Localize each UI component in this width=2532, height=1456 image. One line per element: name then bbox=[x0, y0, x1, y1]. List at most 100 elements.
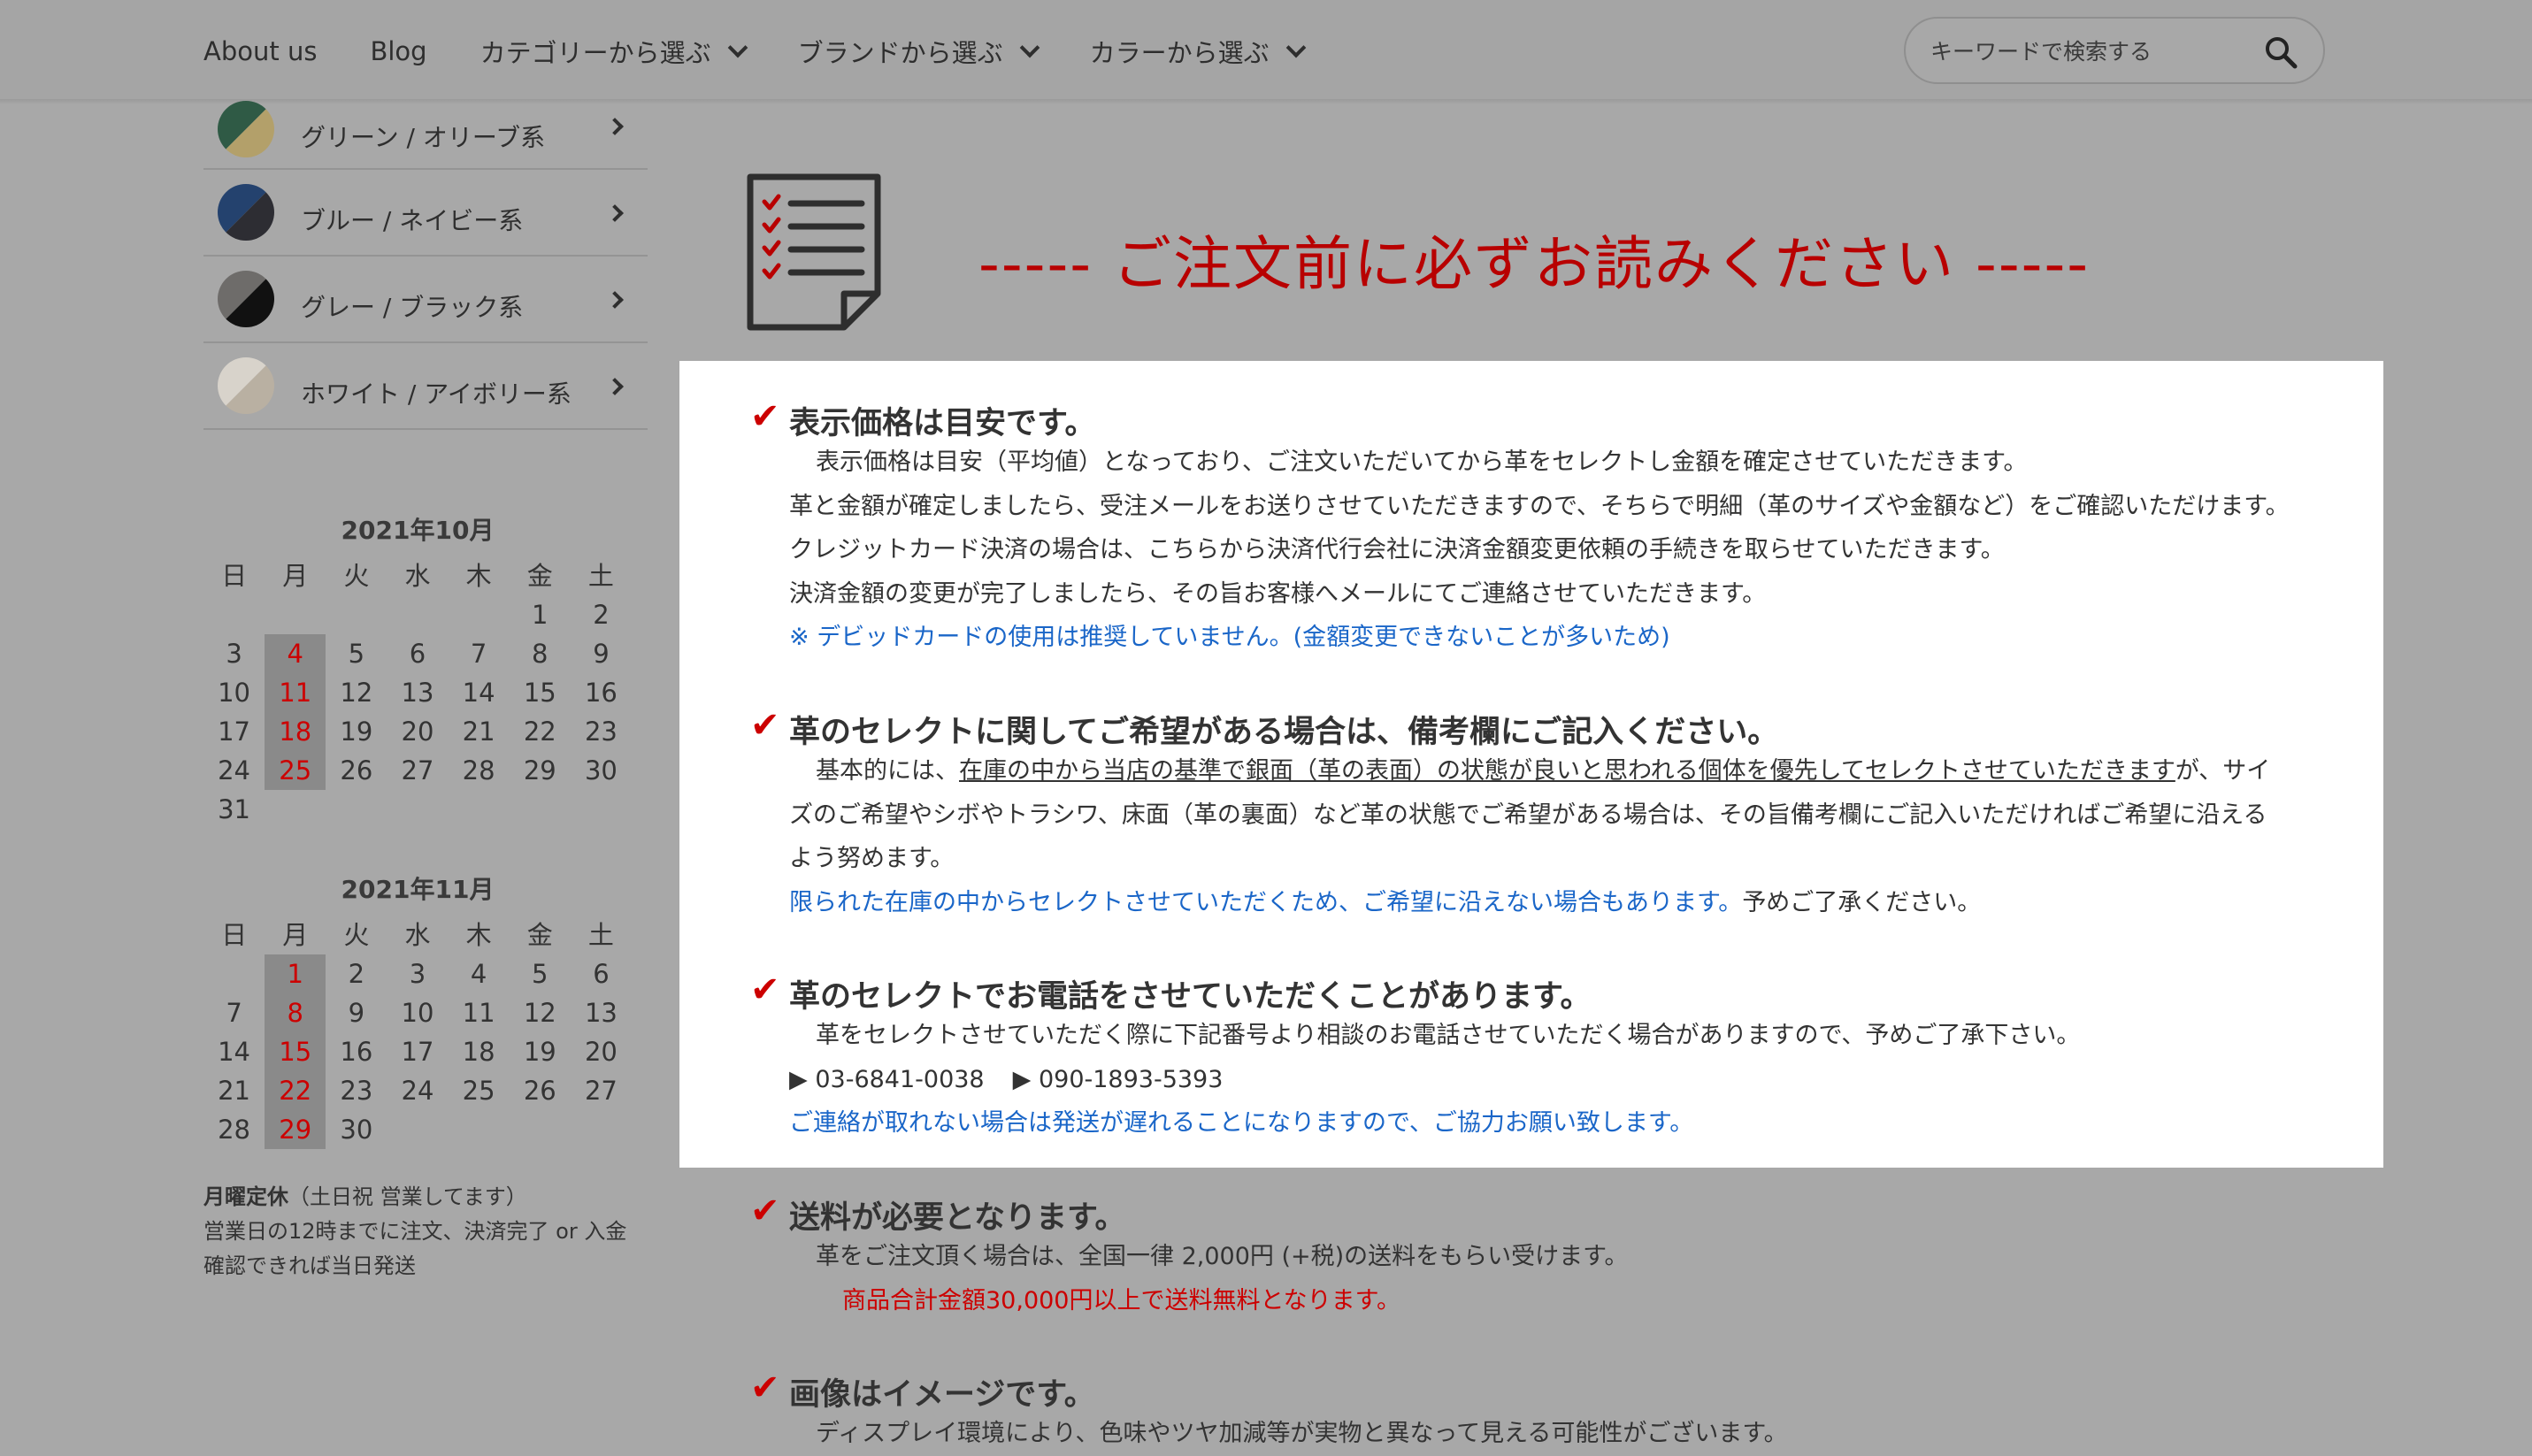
paragraph: 決済金額の変更が完了しましたら、その旨お客様へメールにてご連絡させていただきます… bbox=[789, 579, 1767, 608]
weekday-label: 土 bbox=[587, 920, 614, 950]
top-navigation-bar: About us Blog カテゴリーから選ぶ ブランドから選ぶ カラーから選ぶ bbox=[0, 0, 2532, 104]
calendar-week-row: 17 18 19 20 21 22 23 bbox=[203, 712, 632, 751]
weekday-label: 月 bbox=[282, 561, 309, 591]
calendar-empty-cell bbox=[265, 790, 326, 829]
section-heading: ✔ 画像はイメージです。 bbox=[750, 1366, 1788, 1413]
phone-number[interactable]: ▶ 03-6841-0038 bbox=[789, 1066, 985, 1093]
section-leather-select: ✔ 革のセレクトに関してご希望がある場合は、備考欄にご記入ください。 基本的には… bbox=[750, 703, 2286, 924]
color-label: グリーン / オリーブ系 bbox=[301, 123, 546, 152]
calendar-week-row: 31 bbox=[203, 790, 632, 829]
chevron-right-icon bbox=[606, 118, 624, 135]
calendar-day: 18 bbox=[265, 712, 326, 751]
weekday-label: 土 bbox=[587, 561, 614, 591]
calendar-week-row: 12 bbox=[203, 595, 632, 634]
calendar-day: 12 bbox=[523, 998, 556, 1028]
calendar-day: 1 bbox=[532, 600, 549, 630]
color-filter-list: グリーン / オリーブ系 ブルー / ネイビー系 グレー / ブラック系 ホワイ… bbox=[203, 96, 648, 430]
calendar-day: 5 bbox=[348, 639, 365, 669]
calendar-day: 8 bbox=[265, 993, 326, 1032]
calendar-day: 27 bbox=[401, 755, 434, 785]
check-icon: ✔ bbox=[750, 1368, 780, 1408]
calendar-empty-cell bbox=[449, 595, 510, 634]
phone-number[interactable]: ▶ 090-1893-5393 bbox=[1013, 1066, 1224, 1093]
calendar-day: 22 bbox=[523, 717, 556, 747]
calendar-empty-cell bbox=[387, 595, 448, 634]
calendar-day: 9 bbox=[348, 998, 365, 1028]
search-input[interactable] bbox=[1929, 33, 2251, 70]
search-box bbox=[1904, 17, 2325, 84]
paragraph: ディスプレイ環境により、色味やツヤ加減等が実物と異なって見える可能性がございます… bbox=[816, 1420, 1788, 1447]
check-icon: ✔ bbox=[750, 705, 780, 746]
calendar-day: 15 bbox=[265, 1032, 326, 1071]
nav-label: ブランドから選ぶ bbox=[797, 38, 1003, 68]
chevron-down-icon bbox=[1285, 37, 1306, 58]
calendar-day: 2 bbox=[348, 959, 365, 989]
check-icon: ✔ bbox=[750, 1191, 780, 1231]
nav-about-us[interactable]: About us bbox=[203, 36, 317, 66]
calendar-empty-cell bbox=[571, 1110, 632, 1149]
calendar-empty-cell bbox=[449, 790, 510, 829]
calendar-day: 10 bbox=[218, 678, 251, 708]
calendar-day: 22 bbox=[265, 1071, 326, 1110]
nav-color[interactable]: カラーから選ぶ bbox=[1089, 33, 1306, 70]
calendar-day: 21 bbox=[462, 717, 495, 747]
weekday-label: 火 bbox=[343, 920, 370, 950]
calendar-day: 9 bbox=[593, 639, 610, 669]
main-nav: About us Blog カテゴリーから選ぶ ブランドから選ぶ カラーから選ぶ bbox=[203, 0, 1356, 103]
nav-label: カラーから選ぶ bbox=[1089, 38, 1270, 68]
search-icon[interactable] bbox=[2263, 34, 2298, 70]
paragraph: 革をご注文頂く場合は、全国一律 2,000円 (+税)の送料をもらい受けます。 bbox=[816, 1243, 1629, 1270]
calendar-day: 30 bbox=[584, 755, 618, 785]
calendar-day: 16 bbox=[340, 1037, 373, 1067]
calendar-day: 26 bbox=[523, 1076, 556, 1106]
shipping-note: 営業日の12時までに注文、決済完了 or 入金確認できれば当日発送 bbox=[203, 1219, 627, 1278]
calendar-empty-cell bbox=[265, 595, 326, 634]
weekday-label: 金 bbox=[526, 920, 553, 950]
color-swatch bbox=[218, 184, 274, 241]
calendar-week-row: 24 25 26 27 28 29 30 bbox=[203, 751, 632, 790]
nav-brand[interactable]: ブランドから選ぶ bbox=[797, 33, 1040, 70]
calendar-day: 10 bbox=[401, 998, 434, 1028]
business-hours-note: 月曜定休（土日祝 営業してます） 営業日の12時までに注文、決済完了 or 入金… bbox=[203, 1180, 646, 1284]
calendar-day: 29 bbox=[523, 755, 556, 785]
check-icon: ✔ bbox=[750, 969, 780, 1010]
weekday-label: 木 bbox=[465, 920, 492, 950]
calendar-empty-cell bbox=[326, 790, 387, 829]
section-title: 表示価格は目安です。 bbox=[789, 406, 1096, 441]
free-shipping-note: 商品合計金額30,000円以上で送料無料となります。 bbox=[842, 1286, 1400, 1314]
calendar-empty-cell bbox=[571, 790, 632, 829]
calendar-day: 27 bbox=[584, 1076, 618, 1106]
nav-blog[interactable]: Blog bbox=[370, 36, 426, 66]
calendar-empty-cell bbox=[203, 595, 265, 634]
color-item-gray[interactable]: グレー / ブラック系 bbox=[203, 257, 648, 343]
calendar-day: 19 bbox=[523, 1037, 556, 1067]
nav-category[interactable]: カテゴリーから選ぶ bbox=[480, 33, 748, 70]
calendar-day: 6 bbox=[409, 639, 426, 669]
phone-numbers: ▶ 03-6841-0038 ▶ 090-1893-5393 bbox=[750, 1058, 2080, 1102]
section-shipping-fee: ✔ 送料が必要となります。 革をご注文頂く場合は、全国一律 2,000円 (+税… bbox=[750, 1189, 1628, 1322]
calendar-day: 20 bbox=[401, 717, 434, 747]
closed-day-label: 月曜定休 bbox=[203, 1184, 288, 1209]
color-item-green[interactable]: グリーン / オリーブ系 bbox=[203, 96, 648, 170]
calendar-empty-cell bbox=[387, 1110, 448, 1149]
color-label: グレー / ブラック系 bbox=[301, 293, 524, 322]
debit-card-warning: ※ デビッドカードの使用は推奨していません。(金額変更できないことが多いため) bbox=[789, 624, 1670, 651]
calendar-day: 1 bbox=[265, 954, 326, 993]
calendar-day: 7 bbox=[470, 639, 487, 669]
nav-label: カテゴリーから選ぶ bbox=[480, 38, 711, 68]
color-item-blue[interactable]: ブルー / ネイビー系 bbox=[203, 170, 648, 257]
calendar-day: 13 bbox=[401, 678, 434, 708]
calendar-day: 29 bbox=[265, 1110, 326, 1149]
color-swatch bbox=[218, 357, 274, 414]
weekday-label: 火 bbox=[343, 561, 370, 591]
color-item-white[interactable]: ホワイト / アイボリー系 bbox=[203, 343, 648, 430]
calendar-day: 11 bbox=[462, 998, 495, 1028]
section-title: 革のセレクトでお電話をさせていただくことがあります。 bbox=[789, 979, 1592, 1015]
stock-limit-note: 限られた在庫の中からセレクトさせていただくため、ご希望に沿えない場合もあります。 bbox=[789, 888, 1743, 916]
calendar-empty-cell bbox=[510, 1110, 571, 1149]
calendar-day: 12 bbox=[340, 678, 373, 708]
calendar-week-row: 14 15 16 17 18 19 20 bbox=[203, 1032, 632, 1071]
calendar-day: 8 bbox=[532, 639, 549, 669]
calendar-day: 19 bbox=[340, 717, 373, 747]
calendar-empty-cell bbox=[203, 954, 265, 993]
